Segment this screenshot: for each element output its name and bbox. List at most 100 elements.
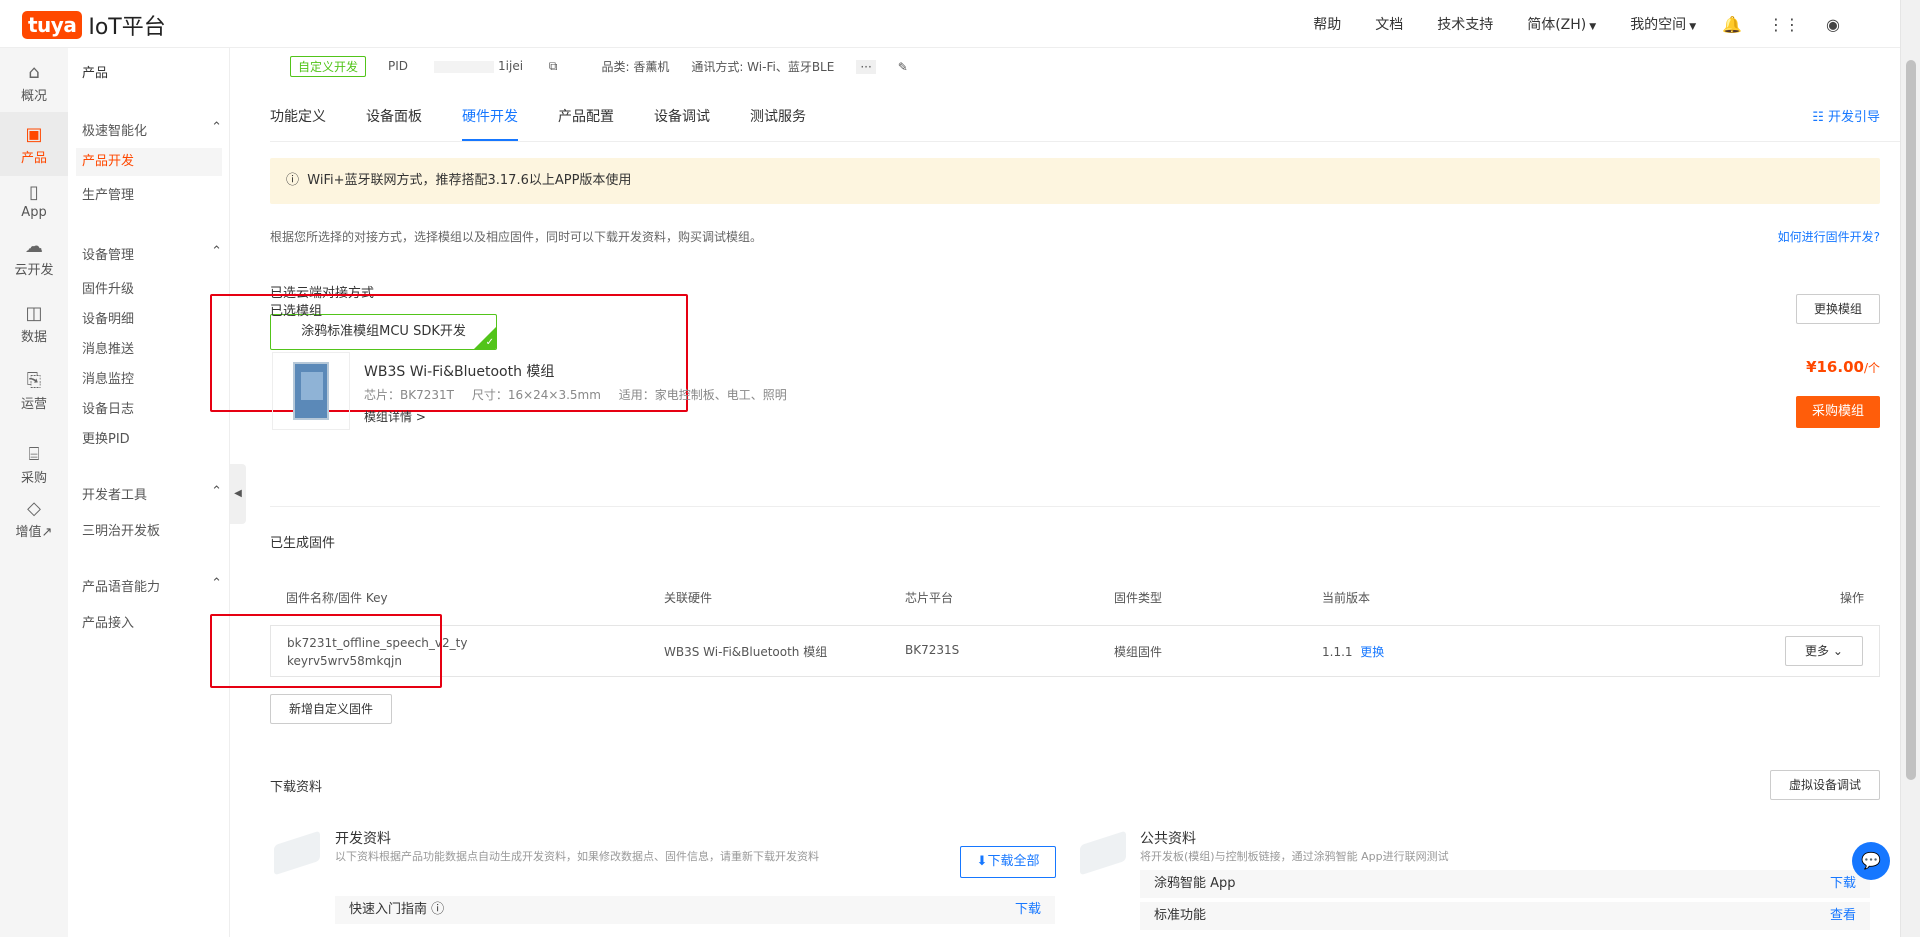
pid-redacted [434,60,495,73]
apps-grid-icon[interactable]: ⋮⋮ [1768,15,1800,34]
rail-purchase[interactable]: ⌸ 采购 [0,444,68,494]
shop-icon: ⌸ [28,444,40,465]
tab-hardware-dev[interactable]: 硬件开发 [462,106,518,141]
quickstart-download-link[interactable]: 下载 [1015,896,1041,924]
firmware-section-title: 已生成固件 [270,536,336,551]
top-nav: 帮助 文档 技术支持 简体(ZH) ▼ 我的空间 ▼ 🔔 ⋮⋮ ◉ [1279,0,1840,48]
chat-support-button[interactable]: 💬 [1852,842,1890,880]
nav-my-space[interactable]: 我的空间 ▼ [1630,14,1696,34]
version-value: 1.1.1 [1322,645,1353,659]
tab-function-definition[interactable]: 功能定义 [270,106,326,141]
rail-label: 概况 [20,89,47,104]
rail-overview[interactable]: ⌂ 概况 [0,62,68,112]
col-action: 操作 [1839,591,1864,605]
standard-function-label: 标准功能 [1154,908,1207,923]
custom-dev-tag: 自定义开发 [290,56,367,77]
tab-test-service[interactable]: 测试服务 [750,106,806,141]
rail-app[interactable]: ▯ App [0,182,68,232]
pid-suffix: 1ijei [498,59,524,73]
how-firmware-link[interactable]: 如何进行固件开发? [1778,228,1880,245]
chat-icon: 💬 [1861,851,1881,870]
list-item: 涂鸦智能 App 下载 [1140,870,1870,898]
sidebar-group-device[interactable]: 设备管理 ⌃ [82,244,222,263]
edit-pencil-icon[interactable]: ✎ [898,60,908,74]
rail-product[interactable]: ▣ 产品 [0,112,68,176]
pid-prefix: PID [388,59,409,73]
chart-icon: ◫ [25,303,43,324]
more-actions-button[interactable]: 更多 ⌄ [1785,636,1863,666]
copy-icon[interactable]: ⧉ [549,59,558,73]
rail-operation[interactable]: ⎘ 运营 [0,370,68,420]
col-version: 当前版本 [1322,591,1371,605]
user-avatar-icon[interactable]: ◉ [1826,15,1840,34]
nav-docs[interactable]: 文档 [1375,14,1403,34]
download-section-title: 下载资料 [270,780,323,795]
price-value: ¥16.00 [1806,358,1864,376]
nav-help[interactable]: 帮助 [1313,14,1341,34]
notice-banner: ⓘ WiFi+蓝牙联网方式，推荐搭配3.17.6以上APP版本使用 [270,158,1880,204]
platform-title: IoT平台 [88,15,166,40]
module-chip-graphic [293,362,329,420]
sidebar-item-product-dev[interactable]: 产品开发 [76,148,222,176]
sidebar-item-sandwich-board[interactable]: 三明治开发板 [82,520,222,539]
change-version-link[interactable]: 更换 [1360,645,1384,659]
rail-value-added[interactable]: ◇ 增值↗ [0,498,68,548]
highlight-box-firmware [210,614,442,688]
col-hardware: 关联硬件 [664,591,713,605]
sidebar-item-device-detail[interactable]: 设备明细 [82,308,222,327]
sidebar-item-log[interactable]: 设备日志 [82,398,222,417]
dev-guide-link[interactable]: ☷ 开发引导 [1812,106,1880,125]
chevron-up-icon: ⌃ [211,484,222,499]
rail-label: 运营 [20,397,47,412]
sidebar-item-push[interactable]: 消息推送 [82,338,222,357]
tab-device-debug[interactable]: 设备调试 [654,106,710,141]
product-info-bar: 自定义开发 PID 1ijei ⧉ 品类: 香薰机 通讯方式: Wi-Fi、蓝牙B… [290,56,930,77]
language-label: 简体(ZH) [1527,17,1587,33]
download-all-button[interactable]: ⬇下载全部 [960,846,1056,878]
nav-language[interactable]: 简体(ZH) ▼ [1527,14,1596,34]
sidebar-group-devtools[interactable]: 开发者工具 ⌃ [82,484,222,503]
tab-product-config[interactable]: 产品配置 [558,106,614,141]
more-dots-button[interactable]: ··· [856,59,876,74]
download-all-label: 下载全部 [987,854,1040,869]
main-content: 自定义开发 PID 1ijei ⧉ 品类: 香薰机 通讯方式: Wi-Fi、蓝牙B… [210,48,1900,937]
scrollbar-thumb[interactable] [1906,60,1916,780]
version-cell: 1.1.1 更换 [1322,643,1384,660]
protocol-label: 通讯方式: Wi-Fi、蓝牙BLE [691,60,835,74]
sidebar-item-product-access[interactable]: 产品接入 [82,612,222,631]
buy-module-button[interactable]: 采购模组 [1796,396,1880,428]
price-unit: /个 [1863,361,1880,375]
sidebar-item-monitor[interactable]: 消息监控 [82,368,222,387]
cloud-icon: ☁ [25,236,43,257]
sidebar-group-fast[interactable]: 极速智能化 ⌃ [82,120,222,139]
module-detail-link[interactable]: 模组详情 > [364,408,426,425]
add-custom-firmware-button[interactable]: 新增自定义固件 [270,694,392,724]
rail-label: 产品 [20,151,47,166]
guide-label: 开发引导 [1827,110,1880,125]
sidebar-group-voice[interactable]: 产品语音能力 ⌃ [82,576,222,595]
change-module-button[interactable]: 更换模组 [1796,294,1880,324]
guide-icon: ☷ [1812,110,1824,125]
nav-support[interactable]: 技术支持 [1437,14,1493,34]
standard-function-view-link[interactable]: 查看 [1830,902,1856,930]
sidebar-item-production[interactable]: 生产管理 [82,184,222,203]
rail-data[interactable]: ◫ 数据 [0,303,68,353]
virtual-device-debug-button[interactable]: 虚拟设备调试 [1770,770,1880,800]
info-circle-icon[interactable]: ⓘ [431,902,444,917]
sidebar-collapse-toggle[interactable]: ◀ [230,464,246,524]
page-scrollbar[interactable] [1900,0,1920,937]
bell-icon[interactable]: 🔔 [1722,15,1742,34]
left-rail: ⌂ 概况 ▣ 产品 ▯ App ☁ 云开发 ◫ 数据 ⎘ 运营 ⌸ 采购 ◇ 增值↗ [0,48,68,937]
quickstart-label: 快速入门指南 [349,902,428,917]
tuya-logo-badge: tuya [22,11,83,39]
tuya-app-download-link[interactable]: 下载 [1830,870,1856,898]
rail-cloud[interactable]: ☁ 云开发 [0,236,68,286]
tab-device-panel[interactable]: 设备面板 [366,106,422,141]
sidebar-item-change-pid[interactable]: 更换PID [82,428,222,447]
logo[interactable]: tuya IoT平台 [22,9,166,41]
info-icon: ⓘ [286,173,300,188]
dev-materials-icon [274,830,320,876]
sidebar-item-firmware-upgrade[interactable]: 固件升级 [82,278,222,297]
category-label: 品类: 香薰机 [601,60,670,74]
platform-cell: BK7231S [905,643,960,657]
